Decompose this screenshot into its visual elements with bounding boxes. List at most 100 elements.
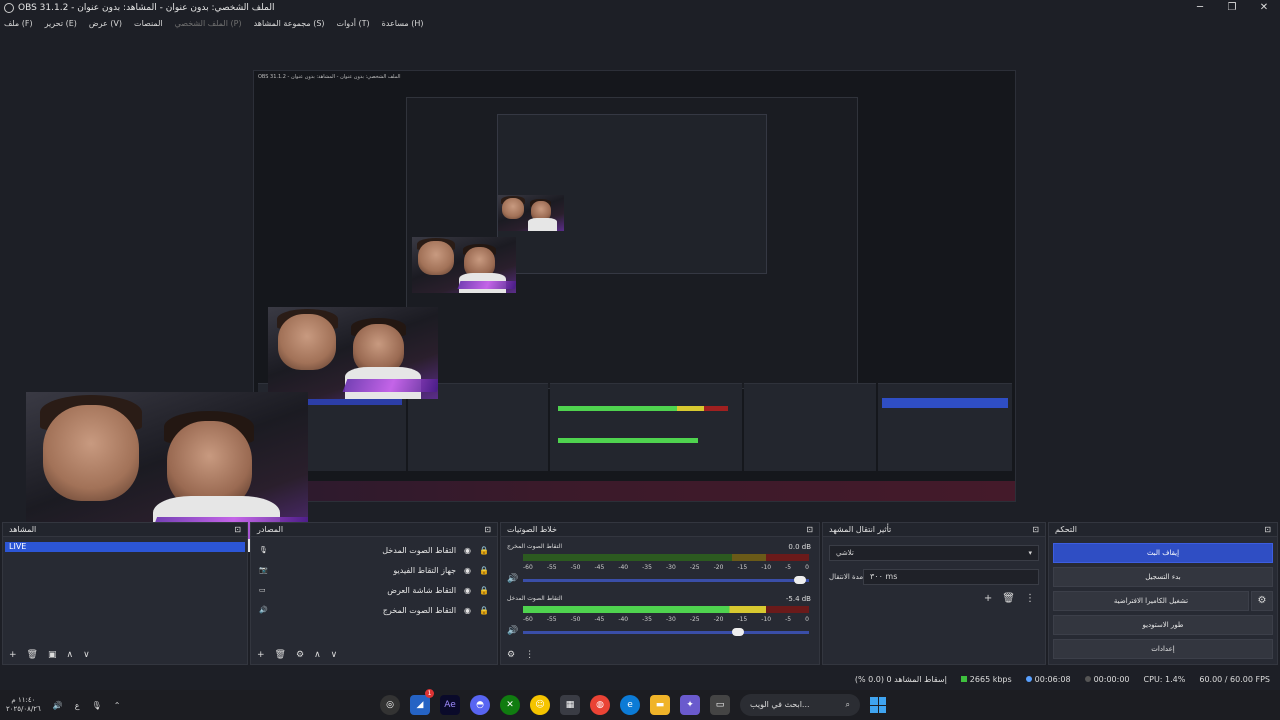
add-source-icon[interactable]: + [257, 650, 265, 660]
microphone-tray-icon[interactable]: 🎙 [92, 701, 102, 710]
move-down-icon[interactable]: ∨ [83, 650, 90, 660]
meter-tick-label: -60 [523, 564, 533, 571]
cpu-usage: CPU: 1.4% [1143, 674, 1186, 684]
lock-icon[interactable]: 🔒 [479, 566, 489, 575]
lock-icon[interactable]: 🔒 [479, 586, 489, 595]
volume-slider[interactable] [523, 576, 809, 584]
mixer-track: التقاط الصوت المدخل -5.4 dB -60 -55 -50 -45… [505, 595, 815, 639]
menu-docks[interactable]: المنصات [134, 19, 163, 28]
add-scene-icon[interactable]: + [9, 650, 17, 660]
maximize-button[interactable]: ❐ [1216, 0, 1248, 16]
move-up-icon[interactable]: ∧ [314, 650, 321, 660]
slider-knob[interactable] [794, 576, 807, 584]
emoji-app-icon[interactable]: ☺ [530, 695, 550, 715]
window-title: OBS 31.1.2 - الملف الشخصي: بدون عنوان - … [18, 3, 275, 13]
taskbar-search[interactable]: ابحث في الويب... ⌕ [740, 694, 860, 716]
file-explorer-icon[interactable]: ▬ [650, 695, 670, 715]
meter-tick-label: -15 [737, 564, 748, 571]
discord-icon[interactable]: ◓ [470, 695, 490, 715]
sources-undock-icon[interactable]: ⊡ [484, 523, 491, 536]
virtual-camera-settings-icon[interactable]: ⚙ [1251, 591, 1273, 611]
mixer-undock-icon[interactable]: ⊡ [806, 523, 813, 536]
lock-icon[interactable]: 🔒 [479, 606, 489, 615]
windows-start-icon[interactable] [870, 697, 886, 713]
scenes-undock-icon[interactable]: ⊡ [234, 523, 241, 536]
clock-date: ٢٠٢٥/٠٨/٢٦ [6, 705, 41, 713]
menu-view[interactable]: عرض (V) [89, 19, 122, 28]
studio-mode-button[interactable]: طور الاستوديو [1053, 615, 1273, 635]
menu-scene-collection[interactable]: مجموعة المشاهد (S) [254, 19, 325, 28]
fps: 60.00 / 60.00 FPS [1199, 674, 1270, 684]
menu-profile[interactable]: الملف الشخصي (P) [175, 19, 242, 28]
meter-tick-label: -45 [594, 564, 605, 571]
meter-tick-label: -50 [570, 616, 581, 623]
menu-edit[interactable]: تحرير (E) [45, 19, 77, 28]
menu-help[interactable]: مساعدة (H) [382, 19, 424, 28]
speaker-icon: 🔊 [259, 606, 268, 614]
menu-tools[interactable]: أدوات (T) [337, 19, 370, 28]
remove-scene-icon[interactable]: 🗑 [27, 650, 38, 660]
nested-webcam-1 [268, 307, 438, 399]
stop-streaming-button[interactable]: إيقاف البث [1053, 543, 1273, 563]
slider-knob[interactable] [731, 628, 744, 636]
mute-speaker-icon[interactable]: 🔊 [507, 626, 518, 636]
remove-transition-icon[interactable]: 🗑 [1002, 593, 1015, 604]
language-indicator[interactable]: ع [75, 701, 80, 710]
obs-logo-icon [4, 3, 14, 13]
source-item[interactable]: ▭ التقاط شاشة العرض ◉ 🔒 [259, 581, 489, 599]
source-item[interactable]: 🎙 التقاط الصوت المدخل ◉ 🔒 [259, 541, 489, 559]
source-properties-icon[interactable]: ⚙ [296, 650, 304, 660]
lock-icon[interactable]: 🔒 [479, 546, 489, 555]
calculator-icon[interactable]: ▦ [560, 695, 580, 715]
remove-source-icon[interactable]: 🗑 [275, 650, 286, 660]
xbox-icon[interactable]: ✕ [500, 695, 520, 715]
controls-undock-icon[interactable]: ⊡ [1264, 523, 1271, 536]
chevron-up-icon[interactable]: ⌃ [114, 701, 121, 710]
vscode-icon[interactable]: ◢ 1 [410, 689, 434, 715]
transitions-dock-title: تأثير انتقال المشهد [829, 525, 892, 534]
mixer-menu-icon[interactable]: ⋮ [525, 650, 534, 660]
camera-icon: 📷 [259, 566, 268, 574]
move-up-icon[interactable]: ∧ [67, 650, 74, 660]
sources-toolbar: + 🗑 ⚙ ∧ ∨ [251, 646, 497, 664]
source-label: التقاط الصوت المخرج [382, 605, 457, 615]
settings-button[interactable]: إعدادات [1053, 639, 1273, 659]
volume-slider[interactable] [523, 628, 809, 636]
minimize-button[interactable]: ─ [1184, 0, 1216, 16]
obs-app-icon[interactable]: ◎ [380, 695, 400, 715]
edge-icon[interactable]: e [620, 695, 640, 715]
transition-select[interactable]: تلاشي ▾ [829, 545, 1039, 561]
copilot-icon[interactable]: ✦ [680, 695, 700, 715]
add-transition-icon[interactable]: + [984, 593, 992, 604]
transition-menu-icon[interactable]: ⋮ [1025, 593, 1035, 604]
start-virtual-camera-button[interactable]: تشغيل الكاميرا الافتراضية [1053, 591, 1249, 611]
task-view-icon[interactable]: ▭ [710, 695, 730, 715]
meter-ticks: -60 -55 -50 -45 -40 -35 -30 -25 -20 -15 -10 -5 0 [523, 616, 809, 623]
audio-mixer-dock: خلاط الصوتيات ⊡ التقاط الصوت المخرج 0.0 d… [500, 522, 820, 665]
volume-icon[interactable]: 🔊 [53, 701, 63, 710]
source-item[interactable]: 🔊 التقاط الصوت المخرج ◉ 🔒 [259, 601, 489, 619]
visibility-eye-icon[interactable]: ◉ [464, 606, 471, 615]
controls-dock-title: التحكم [1055, 525, 1077, 534]
source-item[interactable]: 📷 جهاز التقاط الفيديو ◉ 🔒 [259, 561, 489, 579]
after-effects-icon[interactable]: Ae [440, 695, 460, 715]
visibility-eye-icon[interactable]: ◉ [464, 546, 471, 555]
mixer-dock-title: خلاط الصوتيات [507, 525, 557, 534]
transitions-undock-icon[interactable]: ⊡ [1032, 523, 1039, 536]
mute-speaker-icon[interactable]: 🔊 [507, 574, 518, 584]
chrome-icon[interactable]: ◍ [590, 695, 610, 715]
visibility-eye-icon[interactable]: ◉ [464, 566, 471, 575]
menu-file[interactable]: ملف (F) [4, 19, 33, 28]
scene-item-live[interactable]: LIVE [5, 542, 245, 552]
move-down-icon[interactable]: ∨ [331, 650, 338, 660]
close-button[interactable]: ✕ [1248, 0, 1280, 16]
start-recording-button[interactable]: بدء التسجيل [1053, 567, 1273, 587]
source-label: جهاز التقاط الفيديو [393, 565, 457, 575]
visibility-eye-icon[interactable]: ◉ [464, 586, 471, 595]
advanced-audio-icon[interactable]: ⚙ [507, 650, 515, 660]
clock[interactable]: ١١:٤٠ م ٢٠٢٥/٠٨/٢٦ [6, 696, 41, 714]
filters-icon[interactable]: ▣ [48, 650, 57, 660]
meter-tick-label: -15 [737, 616, 748, 623]
duration-input[interactable]: ٣٠٠ ms [863, 569, 1039, 585]
taskbar-apps: ◎ ◢ 1 Ae ◓ ✕ ☺ ▦ ◍ e ▬ ✦ ▭ ابحث في الويب.… [380, 689, 886, 716]
